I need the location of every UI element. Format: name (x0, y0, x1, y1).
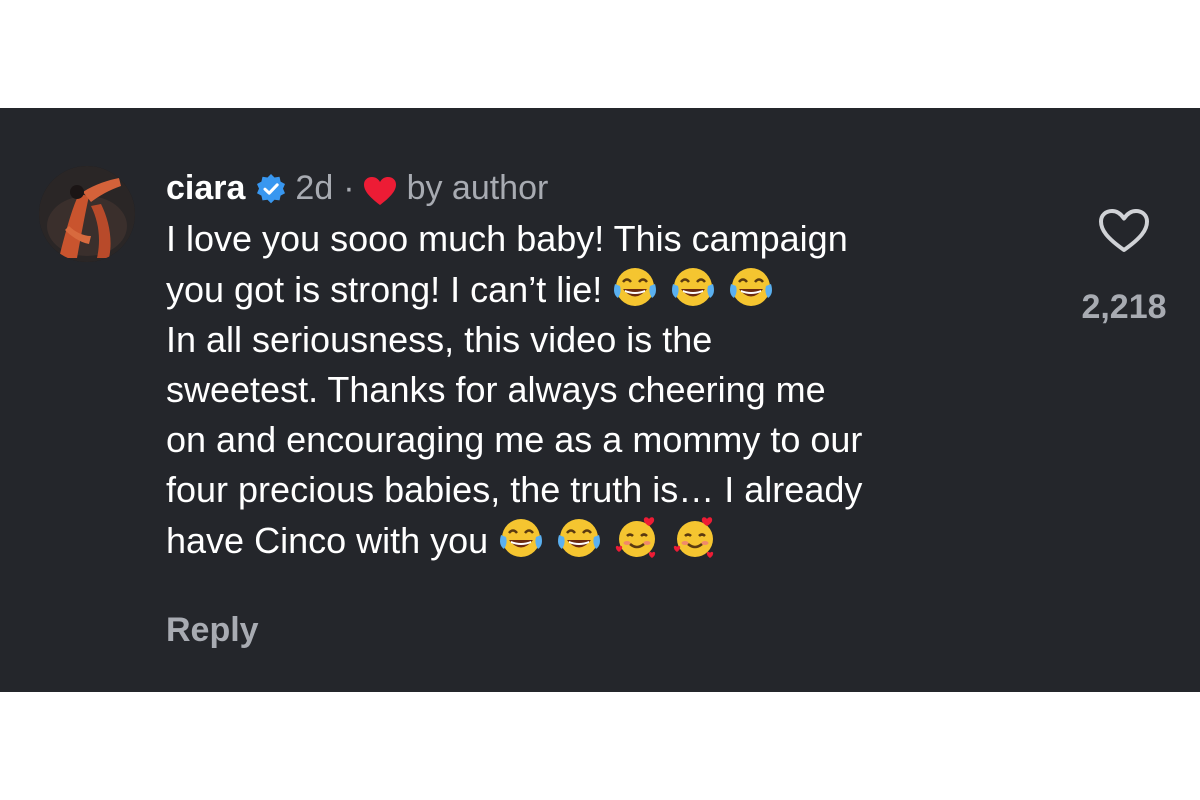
comment-timestamp: 2d (295, 169, 334, 207)
laughing-tears-emoji-icon (728, 264, 774, 310)
comment-card: ciara 2d · by author I love you sooo muc… (0, 108, 1200, 692)
comment-header: ciara 2d · by author (166, 166, 1056, 210)
smiling-face-hearts-emoji-icon (614, 515, 660, 561)
comment-line: four precious babies, the truth is… I al… (166, 465, 1056, 515)
comment-line-text: I love you sooo much baby! This campaign (166, 218, 848, 259)
comment-line: you got is strong! I can’t lie! (166, 264, 1056, 315)
comment-line: sweetest. Thanks for always cheering me (166, 365, 1056, 415)
comment-text: I love you sooo much baby! This campaign… (166, 214, 1056, 566)
comment-line-text: In all seriousness, this video is the (166, 319, 713, 360)
verified-badge-icon (255, 172, 287, 204)
comment-line: on and encouraging me as a mommy to our (166, 415, 1056, 465)
comment-line-text: on and encouraging me as a mommy to our (166, 419, 863, 460)
comment-line: In all seriousness, this video is the (166, 315, 1056, 365)
heart-outline-icon[interactable] (1098, 208, 1150, 254)
avatar[interactable] (39, 166, 135, 262)
comment-line-text: you got is strong! I can’t lie! (166, 269, 603, 310)
comment-body: ciara 2d · by author I love you sooo muc… (166, 166, 1056, 566)
separator-dot: · (343, 169, 355, 207)
laughing-tears-emoji-icon (612, 264, 658, 310)
comment-line-text: have Cinco with you (166, 520, 489, 561)
comment-line: have Cinco with you (166, 515, 1056, 566)
smiling-face-hearts-emoji-icon (672, 515, 718, 561)
reply-button[interactable]: Reply (166, 608, 259, 652)
comment-line: I love you sooo much baby! This campaign (166, 214, 1056, 264)
laughing-tears-emoji-icon (498, 515, 544, 561)
avatar-image (39, 166, 135, 262)
username-link[interactable]: ciara (166, 166, 245, 210)
like-area: 2,218 (1060, 208, 1188, 329)
like-count: 2,218 (1081, 288, 1167, 326)
comment-line-text: sweetest. Thanks for always cheering me (166, 369, 826, 410)
laughing-tears-emoji-icon (670, 264, 716, 310)
comment-line-text: four precious babies, the truth is… I al… (166, 469, 863, 510)
laughing-tears-emoji-icon (556, 515, 602, 561)
liked-by-author-label: by author (406, 169, 549, 207)
heart-filled-icon (363, 173, 397, 205)
